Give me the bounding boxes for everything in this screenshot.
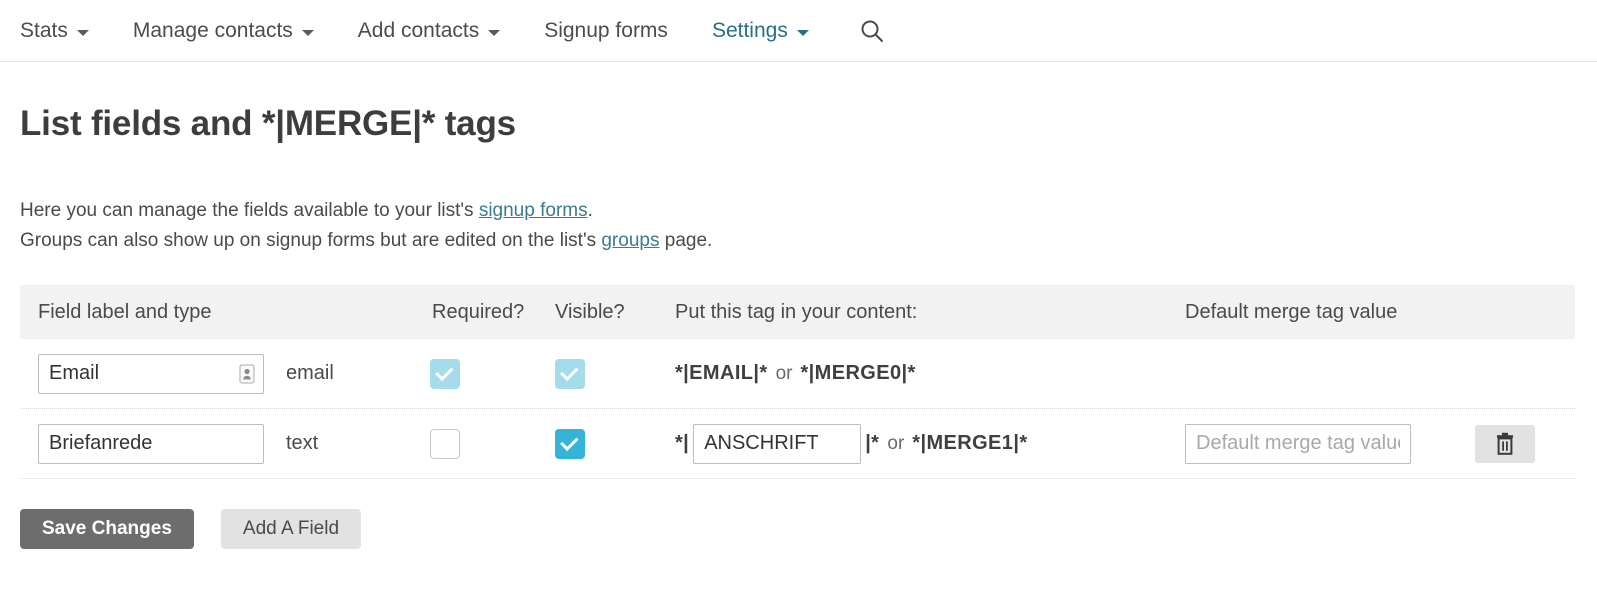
- trash-icon: [1497, 432, 1513, 455]
- merge-tag-editor: *| |* or *|MERGE1|*: [675, 423, 1185, 464]
- column-header-visible: Visible?: [555, 300, 625, 323]
- visible-checkbox-briefanrede[interactable]: [555, 428, 585, 459]
- intro-line1-after: .: [587, 200, 593, 221]
- required-checkbox-email[interactable]: [430, 358, 460, 389]
- intro-line2-before: Groups can also show up on signup forms …: [20, 230, 602, 251]
- merge-tag-primary: *|EMAIL|*: [675, 362, 768, 384]
- chevron-down-icon: [76, 29, 89, 36]
- field-label-input-email[interactable]: [38, 353, 264, 394]
- nav-item-stats[interactable]: Stats: [20, 19, 89, 43]
- footer-actions: Save Changes Add A Field: [20, 509, 1597, 549]
- field-label-cell: email: [20, 353, 430, 394]
- page-title: List fields and *|MERGE|* tags: [20, 104, 516, 143]
- required-cell: [430, 428, 555, 459]
- table-row: text *| |* or *|MERGE1|*: [20, 409, 1575, 479]
- merge-tag-close-delimiter: |*: [865, 432, 880, 454]
- table-row: email *|EMAIL|* or *|MERGE0|*: [20, 339, 1575, 409]
- delete-field-button[interactable]: [1475, 424, 1535, 463]
- nav-item-label: Stats: [20, 18, 68, 42]
- row-actions-cell: [1475, 424, 1575, 463]
- search-icon: [861, 20, 883, 42]
- nav-item-label: Add contacts: [357, 18, 480, 42]
- email-label-input-wrapper: [38, 353, 264, 394]
- merge-tag-name-input[interactable]: [693, 423, 862, 464]
- field-type-label: email: [286, 362, 334, 384]
- intro-line-2: Groups can also show up on signup forms …: [20, 226, 1597, 256]
- intro-line-1: Here you can manage the fields available…: [20, 196, 1597, 226]
- chevron-down-icon: [488, 29, 501, 36]
- signup-forms-link[interactable]: signup forms: [479, 200, 588, 221]
- merge-tag-or: or: [775, 362, 793, 384]
- default-value-cell: [1185, 423, 1475, 464]
- visible-checkbox-email[interactable]: [555, 358, 585, 389]
- merge-tag-alternate: *|MERGE1|*: [912, 432, 1028, 454]
- default-merge-tag-value-input[interactable]: [1185, 423, 1411, 464]
- add-a-field-button[interactable]: Add A Field: [220, 509, 362, 549]
- column-header-required: Required?: [432, 300, 525, 323]
- intro-line2-after: page.: [659, 230, 713, 251]
- merge-tag-alternate: *|MERGE0|*: [800, 362, 916, 384]
- required-cell: [430, 358, 555, 389]
- groups-link[interactable]: groups: [601, 230, 659, 251]
- intro-text: Here you can manage the fields available…: [20, 196, 1597, 256]
- chevron-down-icon: [796, 29, 809, 36]
- column-header-tag: Put this tag in your content:: [675, 300, 918, 323]
- merge-tag-open-delimiter: *|: [675, 432, 690, 454]
- field-label-input-briefanrede[interactable]: [38, 423, 264, 464]
- merge-tag-cell: *| |* or *|MERGE1|*: [675, 423, 1185, 464]
- nav-item-signup-forms[interactable]: Signup forms: [544, 19, 668, 43]
- field-label-cell: text: [20, 423, 430, 464]
- fields-table: Field label and type Required? Visible? …: [20, 285, 1575, 479]
- intro-line1-before: Here you can manage the fields available…: [20, 200, 479, 221]
- visible-cell: [555, 428, 675, 459]
- merge-tag-or: or: [887, 432, 905, 454]
- nav-item-add-contacts[interactable]: Add contacts: [357, 18, 501, 43]
- search-button[interactable]: [859, 18, 885, 44]
- nav-item-label: Signup forms: [544, 18, 668, 42]
- visible-cell: [555, 358, 675, 389]
- nav-item-manage-contacts[interactable]: Manage contacts: [133, 19, 314, 43]
- save-changes-button[interactable]: Save Changes: [20, 509, 194, 549]
- check-icon: [435, 362, 454, 381]
- top-navigation-bar: Stats Manage contacts Add contacts Signu…: [0, 0, 1597, 62]
- table-header-row: Field label and type Required? Visible? …: [20, 285, 1575, 339]
- column-header-default: Default merge tag value: [1185, 300, 1398, 323]
- field-type-label: text: [286, 432, 319, 454]
- check-icon: [560, 432, 579, 451]
- required-checkbox-briefanrede[interactable]: [430, 428, 460, 459]
- nav-item-label: Manage contacts: [132, 18, 293, 42]
- merge-tag-cell: *|EMAIL|* or *|MERGE0|*: [675, 362, 1185, 385]
- column-header-field-label: Field label and type: [38, 300, 212, 323]
- merge-tag-text: *|EMAIL|* or *|MERGE0|*: [675, 362, 1185, 385]
- check-icon: [560, 362, 579, 381]
- chevron-down-icon: [301, 29, 314, 36]
- nav-item-label: Settings: [711, 18, 788, 42]
- nav-item-settings[interactable]: Settings: [712, 19, 809, 43]
